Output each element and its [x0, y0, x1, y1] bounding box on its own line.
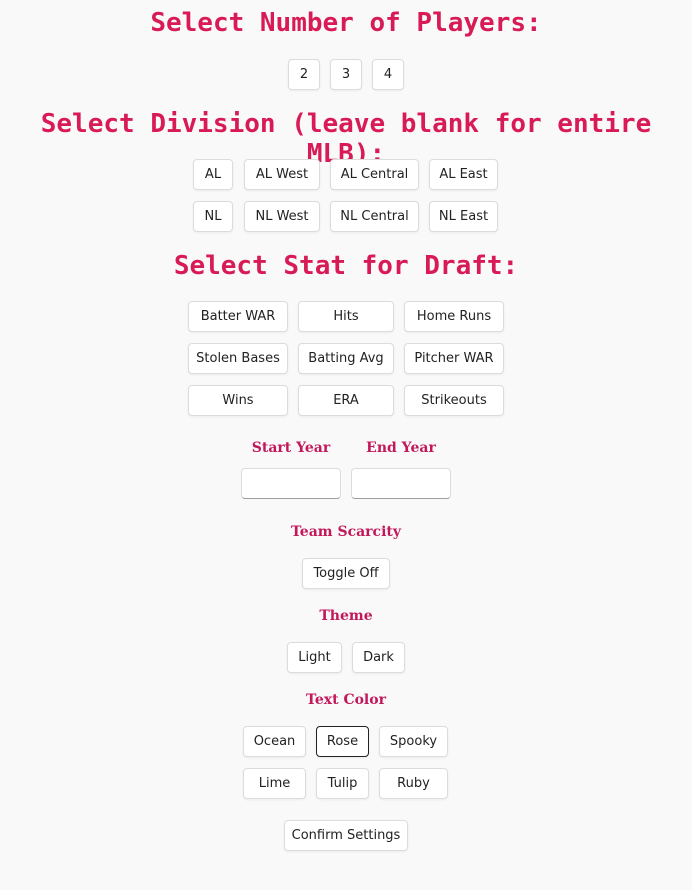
players-4-button[interactable]: 4	[372, 59, 404, 90]
division-al-west-button[interactable]: AL West	[244, 159, 320, 190]
players-heading: Select Number of Players:	[150, 8, 542, 38]
stat-heading: Select Stat for Draft:	[173, 251, 519, 281]
stat-strikeouts-button[interactable]: Strikeouts	[404, 385, 504, 416]
text-color-label: Text Color	[306, 692, 386, 708]
team-scarcity-label: Team Scarcity	[290, 524, 401, 540]
division-al-button[interactable]: AL	[193, 159, 233, 190]
stat-pitcher-war-button[interactable]: Pitcher WAR	[404, 343, 504, 374]
division-nl-button[interactable]: NL	[193, 201, 233, 232]
players-2-button[interactable]: 2	[288, 59, 320, 90]
division-al-central-button[interactable]: AL Central	[330, 159, 419, 190]
start-year-input[interactable]	[241, 468, 341, 499]
text-color-rose-button[interactable]: Rose	[316, 726, 369, 757]
stat-hits-button[interactable]: Hits	[298, 301, 394, 332]
theme-light-button[interactable]: Light	[287, 642, 342, 673]
division-nl-central-button[interactable]: NL Central	[330, 201, 419, 232]
division-al-east-button[interactable]: AL East	[429, 159, 498, 190]
division-nl-east-button[interactable]: NL East	[429, 201, 498, 232]
confirm-settings-button[interactable]: Confirm Settings	[284, 820, 408, 851]
stat-era-button[interactable]: ERA	[298, 385, 394, 416]
theme-dark-button[interactable]: Dark	[352, 642, 405, 673]
players-3-button[interactable]: 3	[330, 59, 362, 90]
text-color-ruby-button[interactable]: Ruby	[379, 768, 448, 799]
stat-batting-avg-button[interactable]: Batting Avg	[298, 343, 394, 374]
start-year-label: Start Year	[251, 440, 331, 456]
theme-label: Theme	[319, 608, 373, 624]
end-year-input[interactable]	[351, 468, 451, 499]
stat-wins-button[interactable]: Wins	[188, 385, 288, 416]
stat-home-runs-button[interactable]: Home Runs	[404, 301, 504, 332]
text-color-spooky-button[interactable]: Spooky	[379, 726, 448, 757]
stat-batter-war-button[interactable]: Batter WAR	[188, 301, 288, 332]
end-year-label: End Year	[366, 440, 436, 456]
text-color-tulip-button[interactable]: Tulip	[316, 768, 369, 799]
text-color-lime-button[interactable]: Lime	[243, 768, 306, 799]
team-scarcity-toggle-button[interactable]: Toggle Off	[302, 558, 390, 589]
stat-stolen-bases-button[interactable]: Stolen Bases	[188, 343, 288, 374]
text-color-ocean-button[interactable]: Ocean	[243, 726, 306, 757]
division-nl-west-button[interactable]: NL West	[244, 201, 320, 232]
